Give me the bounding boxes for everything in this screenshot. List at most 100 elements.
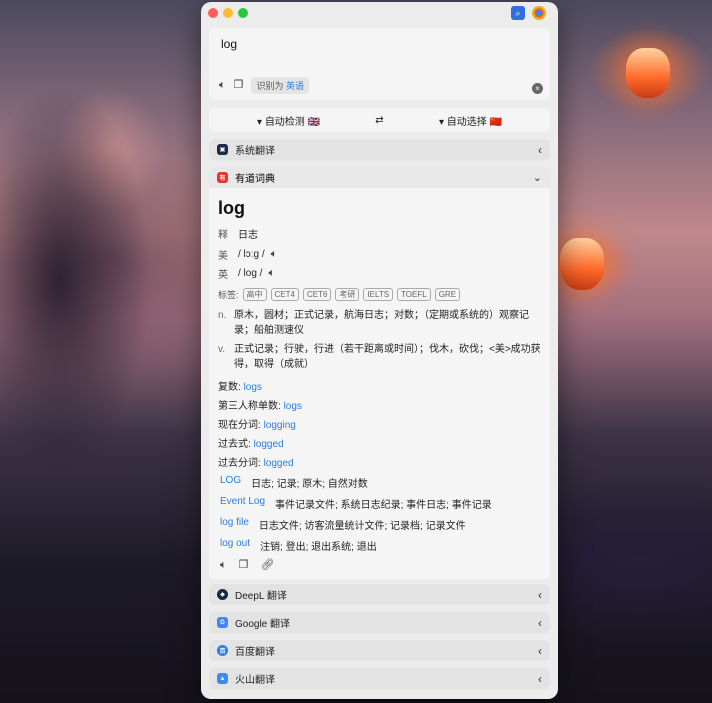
tag: GRE (434, 288, 461, 301)
phrase-link[interactable]: LOG (220, 475, 241, 490)
chevron-left-icon[interactable]: ‹ (538, 143, 542, 157)
query-input-area[interactable]: log 🔈︎ ❐ 识别为 英语 × (209, 28, 550, 100)
service-row-volc[interactable]: ▲ 火山翻译 ‹ (209, 668, 550, 689)
target-language-label: 自动选择 (446, 116, 487, 128)
speaker-icon[interactable]: 🔈︎ (220, 560, 227, 571)
phrase-meaning: 日志; 记录; 原木; 自然对数 (251, 479, 368, 490)
service-label: 有道词典 (235, 174, 275, 185)
us-label: 美 (218, 251, 228, 262)
definition-text: 正式记录；行驶，行进（若干距离或时间）；伐木，砍伐；<美>成功获得，取得（成就） (234, 344, 541, 370)
service-row-youdao[interactable]: 有 有道词典 ⌄ (209, 167, 550, 188)
uk-pronunciation: 英 / log / 🔈︎ (218, 266, 275, 282)
phrase-row: log out 注销; 登出; 退出系统; 退出 (220, 538, 377, 553)
link-icon[interactable]: 🔗︎ (260, 560, 274, 571)
service-row-deepl[interactable]: ◆ DeepL 翻译 ‹ (209, 584, 550, 605)
phrase-meaning: 事件记录文件; 系统日志纪录; 事件日志; 事件记录 (275, 500, 492, 511)
chevron-left-icon[interactable]: ‹ (538, 588, 542, 602)
screenshot-translate-icon[interactable]: ⌕ (511, 6, 525, 20)
phrase-row: LOG 日志; 记录; 原木; 自然对数 (220, 475, 368, 490)
uk-label: 英 (218, 270, 228, 281)
form-link[interactable]: logs (244, 382, 262, 393)
speaker-icon[interactable]: 🔈︎ (271, 249, 278, 260)
result-toolbar: 🔈︎ ❐ 🔗︎ (220, 560, 274, 571)
service-row-system[interactable]: ▣ 系统翻译 ‹ (209, 139, 550, 160)
source-language-label: 自动检测 (264, 116, 305, 128)
word-form: 复数: logs (218, 378, 262, 393)
headword: log (218, 198, 245, 218)
phrase-link[interactable]: Event Log (220, 496, 265, 511)
form-label: 过去分词: (218, 458, 261, 469)
phrase-meaning: 日志文件; 访客流量统计文件; 记录档; 记录文件 (258, 521, 466, 532)
wallpaper-figure (0, 0, 200, 703)
google-translate-icon: G (217, 617, 228, 628)
definition-noun: n. 原木，圆材；正式记录，航海日志；对数；（定期或系统的）观察记录；船舶测速仪 (218, 308, 543, 338)
tag: IELTS (363, 288, 394, 301)
youdao-icon: 有 (217, 172, 228, 183)
deepl-icon: ◆ (217, 589, 228, 600)
detected-language: 英语 (286, 81, 305, 91)
chrome-icon[interactable] (532, 6, 546, 20)
lantern-decoration (626, 48, 670, 98)
part-of-speech: n. (218, 310, 227, 321)
close-window-button[interactable] (208, 8, 218, 18)
chevron-left-icon[interactable]: ‹ (538, 644, 542, 658)
service-row-baidu[interactable]: 百 百度翻译 ‹ (209, 640, 550, 661)
detected-language-badge: 识别为 英语 (251, 77, 310, 94)
swap-languages-button[interactable]: ⇄ (375, 115, 383, 126)
phrase-link[interactable]: log file (220, 517, 249, 532)
word-form: 过去式: logged (218, 435, 284, 450)
form-link[interactable]: logs (284, 401, 302, 412)
brief-meaning: 释 日志 (218, 226, 258, 241)
cn-flag-icon: 🇨🇳 (489, 116, 502, 128)
service-label: 百度翻译 (235, 647, 275, 658)
copy-icon[interactable]: ❐ (239, 560, 249, 571)
definition-text: 原木，圆材；正式记录，航海日志；对数；（定期或系统的）观察记录；船舶测速仪 (234, 310, 529, 336)
detected-label: 识别为 (256, 81, 284, 91)
speaker-icon[interactable]: 🔈︎ (219, 80, 226, 91)
word-form: 第三人称单数: logs (218, 397, 302, 412)
phrase-link[interactable]: log out (220, 538, 250, 553)
form-link[interactable]: logged (264, 458, 294, 469)
zoom-window-button[interactable] (238, 8, 248, 18)
meaning-label: 释 (218, 230, 228, 241)
tag: TOEFL (397, 288, 431, 301)
phrase-row: log file 日志文件; 访客流量统计文件; 记录档; 记录文件 (220, 517, 466, 532)
chevron-left-icon[interactable]: ‹ (538, 672, 542, 686)
chevron-down-icon[interactable]: ⌄ (533, 171, 542, 184)
uk-flag-icon: 🇬🇧 (307, 116, 321, 128)
tag: 考研 (335, 288, 360, 301)
us-phonetic: / lɔːg / (238, 249, 265, 260)
tag: CET6 (302, 288, 332, 301)
form-link[interactable]: logging (264, 420, 296, 431)
word-form: 过去分词: logged (218, 454, 294, 469)
phrase-meaning: 注销; 登出; 退出系统; 退出 (260, 542, 377, 553)
source-language-select[interactable]: ▾ 自动检测 🇬🇧 (257, 113, 320, 128)
form-label: 复数: (218, 382, 241, 393)
service-label: DeepL 翻译 (235, 591, 287, 602)
youdao-dictionary-panel: 有 有道词典 ⌄ log 释 日志 美 / lɔːg / 🔈︎ 英 / log … (209, 167, 550, 579)
form-label: 第三人称单数: (218, 401, 281, 412)
copy-icon[interactable]: ❐ (234, 80, 244, 91)
tags-label: 标签: (218, 290, 239, 300)
service-label: 系统翻译 (235, 146, 275, 157)
clear-input-button[interactable]: × (532, 83, 543, 94)
tag: 高中 (242, 288, 267, 301)
service-row-google[interactable]: G Google 翻译 ‹ (209, 612, 550, 633)
speaker-icon[interactable]: 🔈︎ (268, 268, 275, 279)
uk-phonetic: / log / (238, 268, 263, 279)
chevron-left-icon[interactable]: ‹ (538, 616, 542, 630)
target-language-select[interactable]: ▾ 自动选择 🇨🇳 (439, 113, 502, 128)
meaning-value: 日志 (238, 230, 258, 241)
lantern-decoration (560, 238, 604, 290)
minimize-window-button[interactable] (223, 8, 233, 18)
definition-verb: v. 正式记录；行驶，行进（若干距离或时间）；伐木，砍伐；<美>成功获得，取得（… (218, 342, 543, 372)
service-label: Google 翻译 (235, 619, 291, 630)
word-form: 现在分词: logging (218, 416, 296, 431)
service-label: 火山翻译 (235, 675, 275, 686)
form-link[interactable]: logged (254, 439, 284, 450)
system-translate-icon: ▣ (217, 144, 228, 155)
phrase-row: Event Log 事件记录文件; 系统日志纪录; 事件日志; 事件记录 (220, 496, 492, 511)
part-of-speech: v. (218, 344, 226, 355)
us-pronunciation: 美 / lɔːg / 🔈︎ (218, 247, 278, 263)
query-text[interactable]: log (221, 37, 237, 51)
